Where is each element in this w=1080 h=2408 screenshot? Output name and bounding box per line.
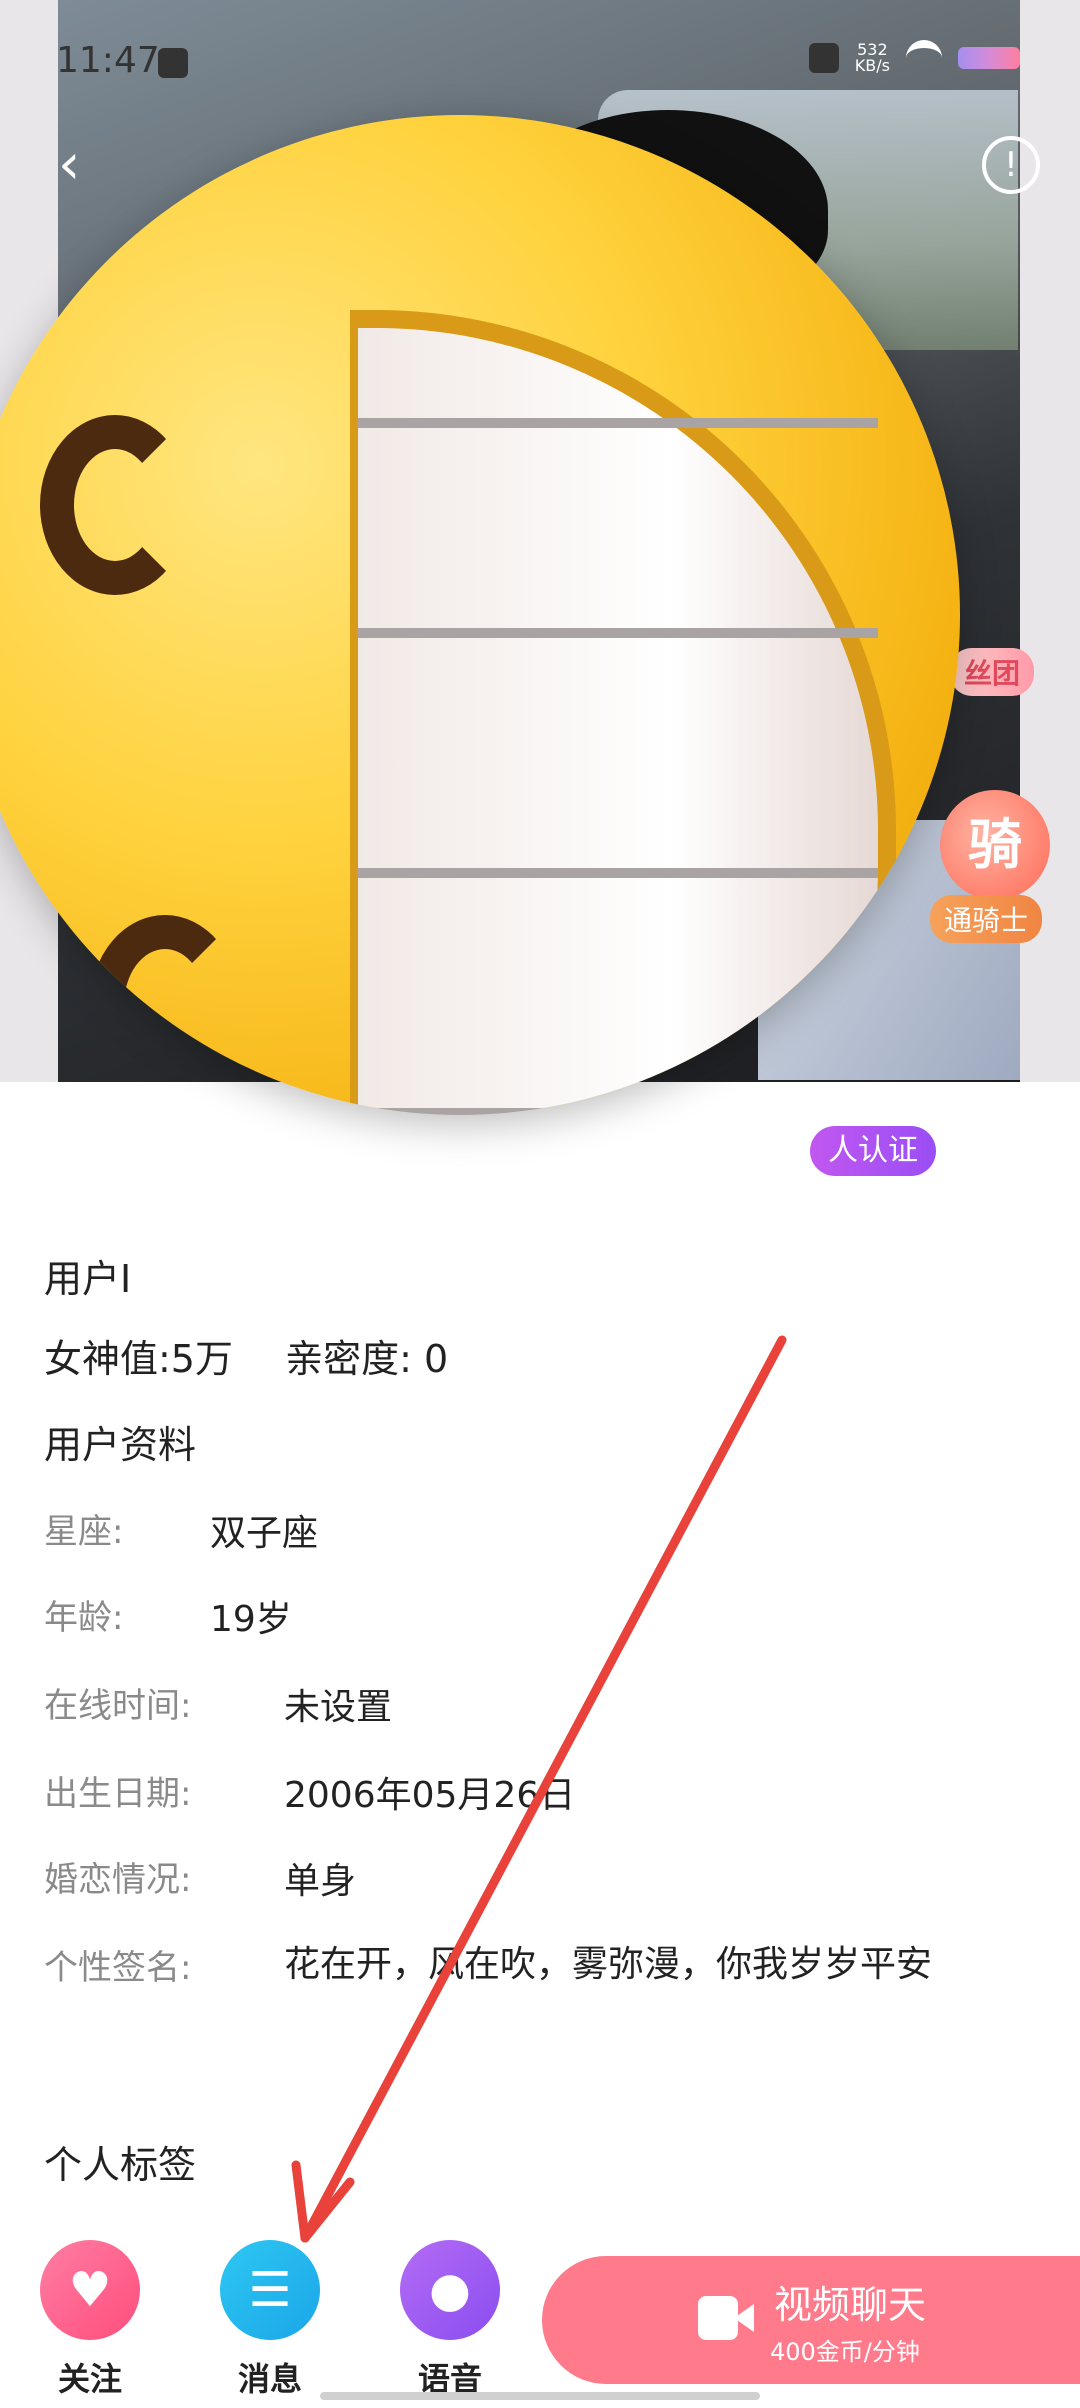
teeth-line bbox=[358, 628, 878, 638]
more-button[interactable]: ! bbox=[982, 136, 1040, 194]
teeth-line bbox=[358, 418, 878, 428]
home-indicator[interactable] bbox=[320, 2392, 760, 2400]
user-profile-title: 用户资料 bbox=[44, 1423, 197, 1467]
info-label: 出生日期: bbox=[44, 1774, 192, 1814]
personal-tags-title: 个人标签 bbox=[44, 2143, 197, 2187]
fan-club-badge[interactable]: 丝团 bbox=[950, 648, 1035, 696]
info-label: 年龄: bbox=[44, 1598, 124, 1638]
status-time: 11:47 bbox=[56, 40, 160, 81]
verification-badge: 人认证 bbox=[810, 1126, 936, 1176]
info-label: 婚恋情况: bbox=[44, 1860, 192, 1900]
info-value: 未设置 bbox=[284, 1687, 393, 1728]
emoji-eye-icon bbox=[40, 415, 190, 595]
info-label: 星座: bbox=[44, 1512, 124, 1552]
grinning-emoji-sticker bbox=[0, 115, 960, 1115]
status-indicators: 532 KB/s bbox=[808, 40, 1020, 76]
intimacy-value: 亲密度: 0 bbox=[285, 1337, 449, 1381]
status-bar: 11:47 532 KB/s bbox=[0, 0, 1080, 120]
info-label: 在线时间: bbox=[44, 1686, 192, 1726]
network-speed-unit: KB/s bbox=[854, 56, 890, 75]
voice-button[interactable]: ● 语音 bbox=[395, 2240, 505, 2400]
video-chat-title: 视频聊天 bbox=[774, 2283, 927, 2327]
network-speed: 532 KB/s bbox=[855, 42, 890, 74]
teeth-line bbox=[358, 868, 878, 878]
follow-label: 关注 bbox=[57, 2360, 122, 2398]
goddess-value: 女神值:5万 bbox=[44, 1337, 233, 1381]
info-value: 双子座 bbox=[210, 1513, 319, 1554]
wifi-icon bbox=[906, 40, 942, 76]
teeth-line bbox=[358, 1108, 878, 1115]
stats-row: 女神值:5万 亲密度: 0 bbox=[44, 1328, 488, 1383]
info-value: 19岁 bbox=[210, 1599, 292, 1640]
video-chat-button[interactable]: 视频聊天 400金币/分钟 bbox=[542, 2256, 1080, 2384]
follow-button[interactable]: ♥ 关注 bbox=[35, 2240, 145, 2400]
message-button[interactable]: ☰ 消息 bbox=[215, 2240, 325, 2400]
mute-icon bbox=[808, 43, 839, 73]
chevron-left-icon: ‹ bbox=[58, 132, 81, 197]
microphone-icon: ● bbox=[400, 2240, 500, 2340]
user-id-label: 用户I bbox=[44, 1257, 132, 1301]
emoji-teeth bbox=[350, 310, 896, 1115]
knight-badge-icon: 骑 bbox=[940, 790, 1050, 900]
video-chat-price: 400金币/分钟 bbox=[770, 2338, 920, 2366]
notification-icon bbox=[158, 48, 188, 78]
video-camera-icon bbox=[698, 2296, 754, 2340]
info-value: 2006年05月26日 bbox=[284, 1775, 576, 1816]
back-button[interactable]: ‹ bbox=[58, 137, 98, 193]
chat-bubble-icon: ☰ bbox=[220, 2240, 320, 2340]
heart-plus-icon: ♥ bbox=[40, 2240, 140, 2340]
battery-icon bbox=[958, 47, 1020, 69]
info-value: 花在开，风在吹，雾弥漫，你我岁岁平安 bbox=[284, 1944, 933, 1985]
info-label: 个性签名: bbox=[44, 1948, 192, 1988]
emoji-eye-icon bbox=[90, 915, 240, 1095]
message-label: 消息 bbox=[237, 2360, 302, 2398]
info-icon: ! bbox=[1004, 145, 1018, 185]
info-value: 单身 bbox=[284, 1861, 357, 1902]
knight-badge[interactable]: 通骑士 bbox=[930, 895, 1043, 943]
